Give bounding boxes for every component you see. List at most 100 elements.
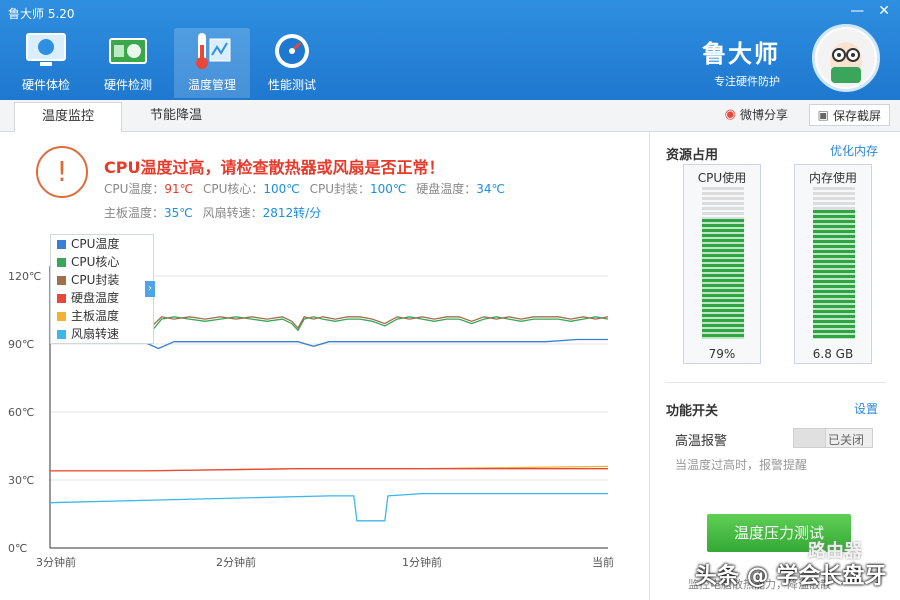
speedometer-icon — [268, 28, 316, 74]
brand-slogan: 专注硬件防护 — [714, 75, 780, 88]
stat-value: 34℃ — [476, 182, 505, 196]
legend-item[interactable]: 风扇转速 — [51, 325, 153, 343]
stat-label: CPU温度： — [104, 182, 165, 196]
mascot-avatar — [812, 24, 880, 92]
tab-bar: 温度监控 节能降温 ◉ 微博分享 ▣ 保存截屏 — [0, 100, 900, 132]
graphics-card-icon — [104, 28, 152, 74]
window-title: 鲁大师 5.20 — [8, 7, 75, 21]
cpu-usage-fill — [702, 218, 744, 339]
close-icon[interactable]: ✕ — [878, 3, 890, 19]
thermometer-icon — [188, 28, 236, 74]
x-tick-label: 3分钟前 — [36, 555, 76, 569]
legend-item[interactable]: CPU核心 — [51, 253, 153, 271]
brand: 鲁大师 专注硬件防护 — [702, 34, 780, 89]
tab-energy-saving[interactable]: 节能降温 — [122, 102, 230, 132]
window-controls: — ✕ — [850, 3, 890, 19]
x-tick-label: 当前 — [592, 555, 614, 569]
series-line — [50, 468, 608, 472]
legend-swatch — [57, 311, 66, 321]
legend-swatch — [57, 329, 66, 339]
brand-name: 鲁大师 — [702, 40, 780, 68]
legend-swatch — [57, 275, 66, 285]
toutiao-watermark: 头条 @ 学会长盘牙 — [695, 564, 887, 589]
tool-label: 性能测试 — [267, 78, 316, 92]
toggle-state: 已关闭 — [828, 433, 865, 447]
tool-label: 硬件检测 — [103, 78, 152, 92]
stat-label: 主板温度： — [104, 206, 165, 220]
camera-icon: ▣ — [817, 108, 829, 122]
stat-label: 硬盘温度： — [416, 182, 477, 196]
stat-label: CPU封装： — [309, 182, 371, 196]
save-screenshot-button[interactable]: ▣ 保存截屏 — [808, 104, 890, 126]
cpu-usage-value: 79% — [708, 347, 736, 361]
right-sidebar: 资源占用 优化内存 CPU使用 79% 内存使用 6.8 GB 功能开关 设置 … — [651, 132, 900, 600]
high-temp-alarm-toggle[interactable]: 已关闭 — [793, 428, 873, 448]
temperature-monitor-panel: ! CPU温度过高，请检查散热器或风扇是否正常！ CPU温度：91℃ CPU核心… — [0, 132, 650, 600]
memory-usage-track — [813, 187, 855, 339]
cpu-usage-gauge: CPU使用 79% — [683, 164, 761, 364]
y-tick-label: 0℃ — [8, 542, 27, 555]
alarm-description: 当温度过高时，报警提醒 — [675, 458, 808, 472]
cpu-usage-track — [702, 187, 744, 339]
optimize-memory-link[interactable]: 优化内存 — [830, 142, 878, 159]
y-tick-label: 60℃ — [8, 406, 34, 419]
memory-usage-label: 内存使用 — [808, 171, 857, 185]
cpu-usage-label: CPU使用 — [697, 171, 747, 185]
stats-row-1: CPU温度：91℃ CPU核心：100℃ CPU封装：100℃ 硬盘温度：34℃ — [104, 180, 511, 197]
app-header: 鲁大师 5.20 — ✕ 硬件体检 硬件检测 温度管理 性能测试 鲁大师 专注硬… — [0, 0, 900, 100]
weibo-icon: ◉ — [724, 107, 736, 122]
tool-temperature-manage[interactable]: 温度管理 — [174, 28, 250, 98]
stat-value: 100℃ — [263, 182, 300, 196]
stat-value: 100℃ — [370, 182, 407, 196]
stat-value: 91℃ — [164, 182, 194, 196]
legend-item[interactable]: 硬盘温度 — [51, 289, 153, 307]
stat-label: CPU核心： — [202, 182, 264, 196]
memory-usage-fill — [813, 209, 855, 339]
y-tick-label: 30℃ — [8, 474, 34, 487]
settings-link[interactable]: 设置 — [854, 400, 878, 417]
warning-title: CPU温度过高，请检查散热器或风扇是否正常！ — [104, 158, 445, 177]
stats-row-2: 主板温度：35℃ 风扇转速：2812转/分 — [104, 204, 327, 221]
stat-value: 35℃ — [164, 206, 193, 220]
toggle-knob — [794, 429, 826, 447]
tool-label: 温度管理 — [187, 78, 236, 92]
x-tick-label: 2分钟前 — [216, 555, 256, 569]
memory-usage-value: 6.8 GB — [812, 347, 854, 361]
tool-label: 硬件体检 — [21, 78, 70, 92]
share-label: 微博分享 — [739, 108, 788, 122]
legend-label: 硬盘温度 — [71, 291, 120, 305]
tab-temperature-monitor[interactable]: 温度监控 — [14, 102, 122, 132]
tool-performance-test[interactable]: 性能测试 — [254, 28, 330, 98]
tool-hardware-detect[interactable]: 硬件检测 — [90, 28, 166, 98]
legend-swatch — [57, 239, 66, 249]
y-tick-label: 120℃ — [8, 270, 41, 283]
resource-title: 资源占用 — [666, 148, 719, 163]
legend-label: CPU封装 — [71, 273, 120, 287]
x-tick-label: 1分钟前 — [402, 555, 442, 569]
legend-item[interactable]: CPU封装 — [51, 271, 153, 289]
legend-label: CPU温度 — [71, 237, 120, 251]
series-line — [49, 492, 608, 522]
function-title: 功能开关 — [666, 404, 719, 419]
y-tick-label: 90℃ — [8, 338, 34, 351]
chart-legend: CPU温度 CPU核心 CPU封装硬盘温度主板温度风扇转速 › — [50, 234, 155, 344]
legend-item[interactable]: CPU温度 — [51, 235, 153, 253]
legend-label: CPU核心 — [71, 255, 120, 269]
legend-swatch — [57, 257, 66, 267]
warning-icon: ! — [36, 146, 88, 198]
legend-swatch — [57, 293, 66, 303]
legend-collapse-icon[interactable]: › — [145, 281, 155, 297]
monitor-icon — [22, 28, 70, 74]
stat-label: 风扇转速： — [202, 206, 263, 220]
minimize-icon[interactable]: — — [850, 3, 864, 19]
high-temp-alarm-label: 高温报警 — [675, 434, 728, 449]
legend-item[interactable]: 主板温度 — [51, 307, 153, 325]
legend-label: 主板温度 — [71, 309, 120, 323]
weibo-share-button[interactable]: ◉ 微博分享 — [725, 106, 788, 123]
screenshot-label: 保存截屏 — [832, 108, 881, 123]
legend-label: 风扇转速 — [71, 327, 120, 341]
divider — [665, 382, 886, 383]
stat-value: 2812转/分 — [262, 206, 322, 220]
memory-usage-gauge: 内存使用 6.8 GB — [794, 164, 872, 364]
tool-hardware-check[interactable]: 硬件体检 — [8, 28, 84, 98]
